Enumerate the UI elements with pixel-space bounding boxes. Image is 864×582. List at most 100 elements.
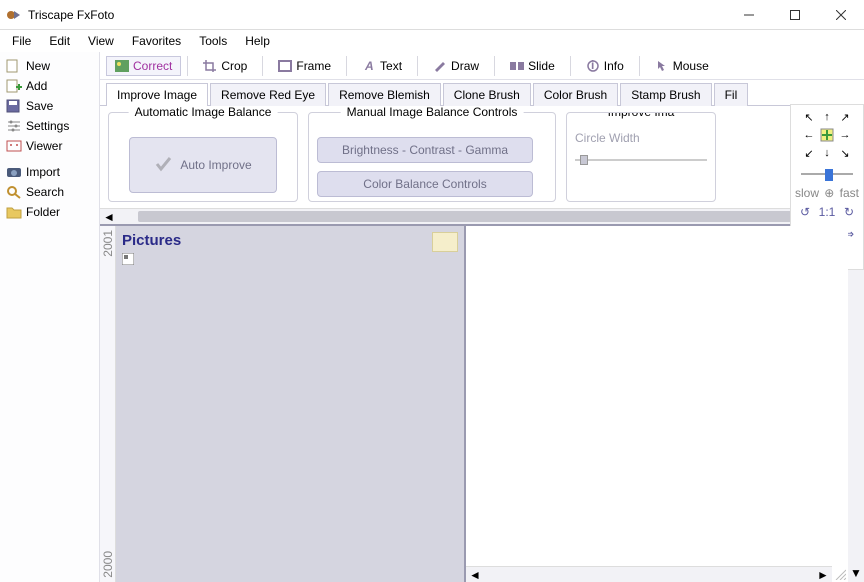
tool-draw[interactable]: Draw: [424, 56, 488, 76]
pan-w-icon[interactable]: ←: [801, 127, 817, 143]
pan-sw-icon[interactable]: ↙: [801, 145, 817, 161]
tool-correct[interactable]: Correct: [106, 56, 181, 76]
ribbon-area: Automatic Image Balance Auto Improve Man…: [100, 106, 864, 208]
pan-center-icon[interactable]: [819, 127, 835, 143]
pan-nw-icon[interactable]: ↖: [801, 109, 817, 125]
tool-mouse[interactable]: Mouse: [646, 56, 718, 76]
tool-slide[interactable]: Slide: [501, 56, 564, 76]
picture-item-placeholder[interactable]: [122, 253, 458, 268]
menu-tools[interactable]: Tools: [191, 32, 235, 50]
brightness-contrast-gamma-button[interactable]: Brightness - Contrast - Gamma: [317, 137, 533, 163]
actual-size-icon[interactable]: 1:1: [819, 204, 835, 220]
zoom-target-icon[interactable]: ⊕: [824, 186, 834, 200]
color-balance-controls-button[interactable]: Color Balance Controls: [317, 171, 533, 197]
svg-text:A: A: [364, 60, 374, 72]
circle-width-label: Circle Width: [575, 131, 707, 145]
sidebar-import[interactable]: Import: [2, 162, 97, 182]
timeline-strip[interactable]: 2001 2000: [100, 226, 116, 582]
slide-icon: [510, 60, 524, 72]
rotate-ccw-icon[interactable]: ↺: [797, 204, 813, 220]
menu-file[interactable]: File: [4, 32, 39, 50]
menu-favorites[interactable]: Favorites: [124, 32, 189, 50]
year-label: 2001: [101, 230, 115, 257]
circle-width-slider[interactable]: [575, 153, 707, 167]
app-title: Triscape FxFoto: [28, 8, 726, 22]
pan-se-icon[interactable]: ↘: [837, 145, 853, 161]
pan-ne-icon[interactable]: ↗: [837, 109, 853, 125]
add-icon: [6, 79, 22, 93]
pictures-panel: Pictures: [116, 226, 466, 582]
scroll-left-icon[interactable]: ◄: [100, 209, 118, 224]
settings-icon: [6, 119, 22, 133]
pan-s-icon[interactable]: ↓: [819, 145, 835, 161]
import-icon: [6, 165, 22, 179]
group-manual-balance: Manual Image Balance Controls Brightness…: [308, 112, 556, 202]
group-auto-balance: Automatic Image Balance Auto Improve: [108, 112, 298, 202]
pan-e-icon[interactable]: →: [837, 127, 853, 143]
sidebar-save[interactable]: Save: [2, 96, 97, 116]
canvas-vscrollbar[interactable]: ▲ ▼: [848, 226, 864, 582]
menu-help[interactable]: Help: [237, 32, 278, 50]
button-label: Auto Improve: [180, 158, 251, 172]
tool-label: Draw: [451, 59, 479, 73]
sidebar-folder[interactable]: Folder: [2, 202, 97, 222]
maximize-button[interactable]: [772, 0, 818, 30]
tool-label: Correct: [133, 59, 172, 73]
auto-improve-button[interactable]: Auto Improve: [129, 137, 277, 193]
tool-info[interactable]: i Info: [577, 56, 633, 76]
scroll-left-icon[interactable]: ◄: [466, 567, 484, 582]
toolbar: Correct Crop Frame AText Draw Slide i Inf…: [100, 52, 864, 80]
scroll-down-icon[interactable]: ▼: [848, 564, 864, 582]
rotate-cw-icon[interactable]: ↻: [841, 204, 857, 220]
sidebar-add[interactable]: Add: [2, 76, 97, 96]
subtool-tabs: Improve Image Remove Red Eye Remove Blem…: [100, 80, 864, 106]
group-title: Manual Image Balance Controls: [341, 106, 524, 119]
zoom-slider[interactable]: [795, 169, 859, 178]
search-icon: [6, 185, 22, 199]
tool-label: Frame: [296, 59, 331, 73]
sidebar-item-label: Viewer: [26, 139, 62, 153]
sidebar-item-label: Settings: [26, 119, 69, 133]
canvas-area[interactable]: ◄ ►: [466, 226, 848, 582]
sticky-note-icon[interactable]: [432, 232, 458, 252]
tool-label: Slide: [528, 59, 555, 73]
sidebar-viewer[interactable]: Viewer: [2, 136, 97, 156]
tool-frame[interactable]: Frame: [269, 56, 340, 76]
left-sidebar: New Add Save Settings Viewer Import Sear…: [0, 52, 100, 582]
sidebar-item-label: Import: [26, 165, 60, 179]
tool-label: Crop: [221, 59, 247, 73]
menu-view[interactable]: View: [80, 32, 122, 50]
pan-n-icon[interactable]: ↑: [819, 109, 835, 125]
close-button[interactable]: [818, 0, 864, 30]
minimize-button[interactable]: [726, 0, 772, 30]
mouse-icon: [655, 60, 669, 72]
tab-stamp-brush[interactable]: Stamp Brush: [620, 83, 711, 106]
info-icon: i: [586, 60, 600, 72]
year-label: 2000: [101, 551, 115, 578]
text-icon: A: [362, 60, 376, 72]
sidebar-settings[interactable]: Settings: [2, 116, 97, 136]
save-icon: [6, 99, 22, 113]
group-improve-image: Improve Ima Circle Width: [566, 112, 716, 202]
scroll-right-icon[interactable]: ►: [814, 567, 832, 582]
tab-remove-blemish[interactable]: Remove Blemish: [328, 83, 441, 106]
tab-color-brush[interactable]: Color Brush: [533, 83, 618, 106]
ribbon-hscrollbar[interactable]: ◄ ►: [100, 208, 864, 224]
tool-crop[interactable]: Crop: [194, 56, 256, 76]
tab-remove-red-eye[interactable]: Remove Red Eye: [210, 83, 326, 106]
canvas-hscrollbar[interactable]: ◄ ►: [466, 566, 832, 582]
menu-edit[interactable]: Edit: [41, 32, 78, 50]
sidebar-search[interactable]: Search: [2, 182, 97, 202]
sidebar-new[interactable]: New: [2, 56, 97, 76]
tool-text[interactable]: AText: [353, 56, 411, 76]
tab-improve-image[interactable]: Improve Image: [106, 83, 208, 106]
zoom-fast-label: fast: [840, 186, 859, 200]
pictures-title: Pictures: [122, 232, 458, 249]
tab-clone-brush[interactable]: Clone Brush: [443, 83, 531, 106]
tab-filters[interactable]: Fil: [714, 83, 749, 106]
tool-label: Info: [604, 59, 624, 73]
sidebar-item-label: Folder: [26, 205, 60, 219]
correct-icon: [115, 60, 129, 72]
resize-grip-icon[interactable]: [834, 568, 846, 580]
scroll-thumb[interactable]: [138, 211, 826, 222]
